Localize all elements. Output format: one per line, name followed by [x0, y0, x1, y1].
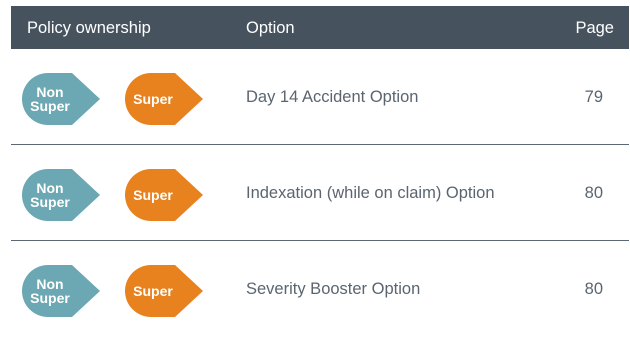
super-badge: Super	[125, 265, 205, 317]
options-table: Policy ownership Option Page Non Super S…	[11, 6, 629, 337]
non-super-badge: Non Super	[22, 169, 102, 221]
table-row: Non Super Super Indexation (while on cla…	[11, 145, 629, 241]
header-policy-ownership: Policy ownership	[27, 19, 151, 37]
table-row: Non Super Super Day 14 Accident Option 7…	[11, 49, 629, 145]
super-label: Super	[133, 91, 173, 107]
non-super-badge: Non Super	[22, 265, 102, 317]
non-super-badge: Non Super	[22, 73, 102, 125]
super-label: Super	[133, 187, 173, 203]
table-row: Non Super Super Severity Booster Option …	[11, 241, 629, 337]
header-option: Option	[246, 19, 295, 37]
option-name: Severity Booster Option	[246, 279, 421, 298]
non-super-label: Non Super	[30, 180, 70, 210]
page-number: 80	[584, 183, 603, 202]
option-name: Indexation (while on claim) Option	[246, 183, 495, 202]
option-name: Day 14 Accident Option	[246, 87, 419, 106]
super-badge: Super	[125, 73, 205, 125]
table-header: Policy ownership Option Page	[11, 6, 629, 49]
super-badge: Super	[125, 169, 205, 221]
header-page: Page	[575, 19, 614, 37]
page-number: 80	[584, 279, 603, 298]
super-label: Super	[133, 283, 173, 299]
non-super-label: Non Super	[30, 276, 70, 306]
page-number: 79	[584, 87, 603, 106]
non-super-label: Non Super	[30, 84, 70, 114]
